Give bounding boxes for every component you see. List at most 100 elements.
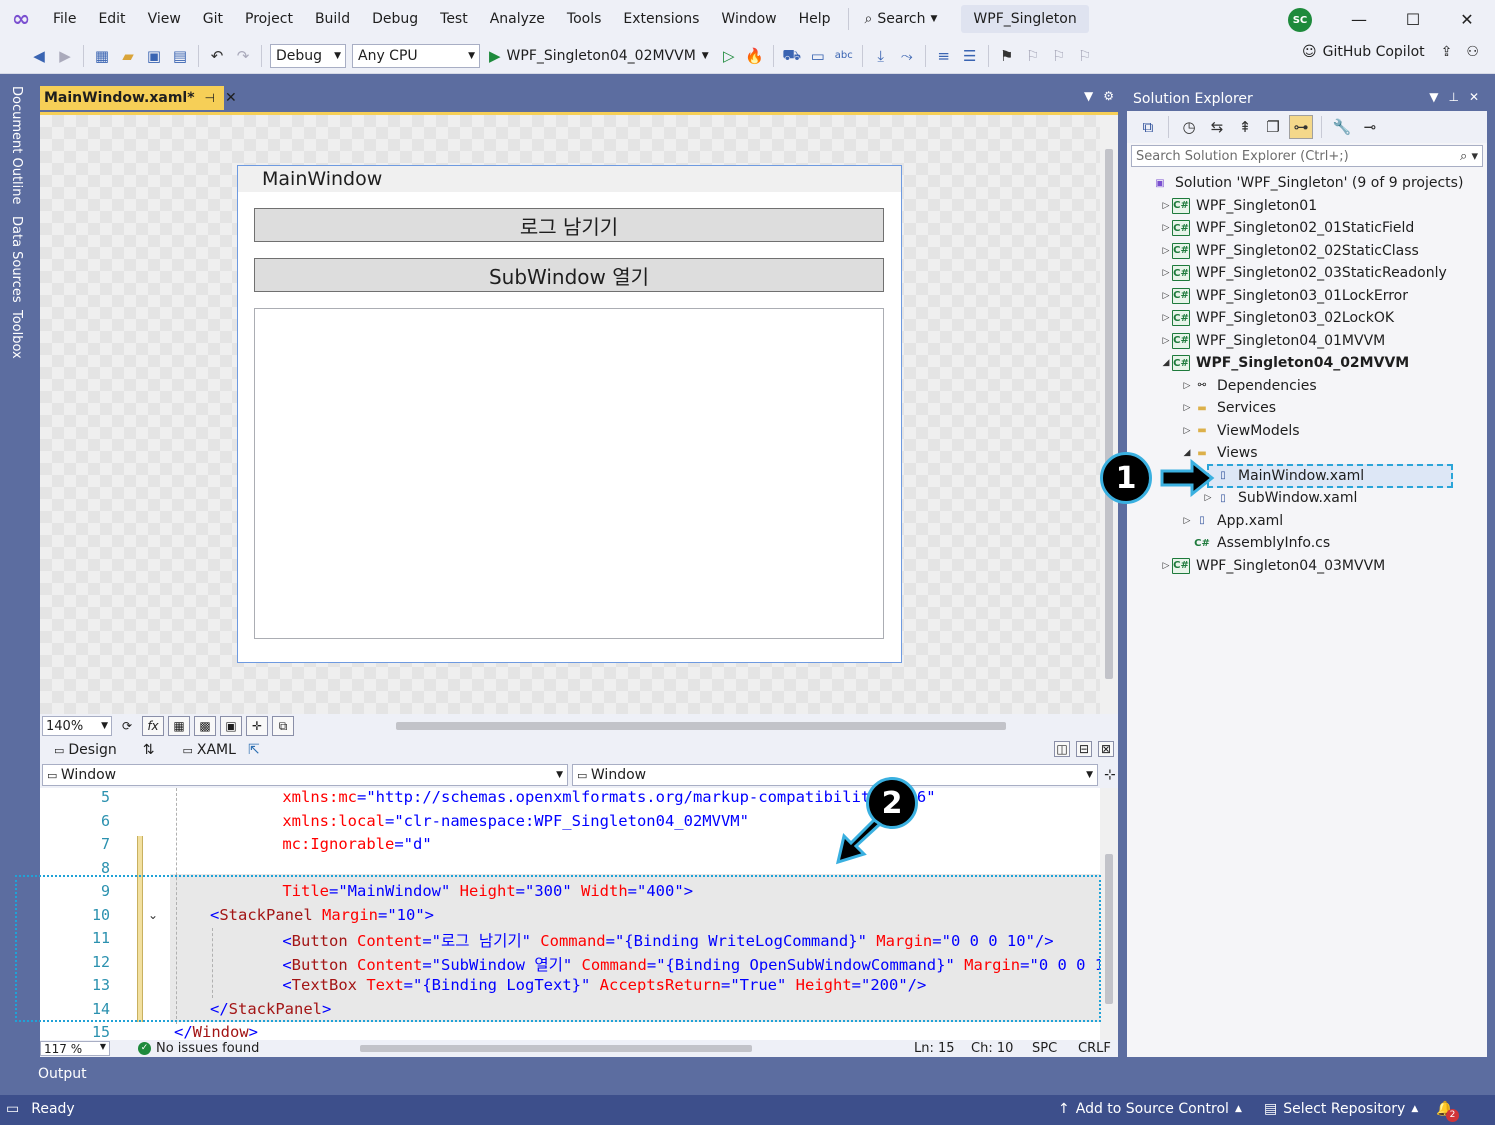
step-into-icon[interactable]: ⤓ <box>869 44 893 68</box>
chevron-down-icon[interactable]: ▼ <box>1084 89 1093 103</box>
tab-xaml[interactable]: ▭ XAML <box>182 742 235 758</box>
xaml-code-editor[interactable]: 5 6 7 8 9 10 11 12 13 14 15 ⌄ xmlns:mc="http://sch… <box>40 788 1118 1040</box>
collapse-pane-icon[interactable]: ⊠ <box>1098 741 1114 757</box>
properties-icon[interactable]: 🔧 <box>1330 115 1354 139</box>
expand-arrow-icon[interactable]: ▷ <box>1160 313 1172 323</box>
open-folder-icon[interactable]: ▰ <box>116 44 140 68</box>
popout-xaml-button[interactable]: ⇱ <box>248 742 260 758</box>
designed-window-preview[interactable]: MainWindow 로그 남기기 SubWindow 열기 <box>237 165 902 663</box>
expand-arrow-icon[interactable]: ◢ <box>1160 358 1172 368</box>
tree-item[interactable]: ▷ C# WPF_Singleton04_03MVVM <box>1160 555 1385 577</box>
data-sources-tab[interactable]: Data Sources <box>9 216 24 303</box>
track-active-item-icon[interactable]: ⊶ <box>1289 115 1313 139</box>
menu-item-edit[interactable]: Edit <box>87 0 136 38</box>
chevron-down-icon[interactable]: ▼ <box>1429 90 1438 104</box>
search-button[interactable]: ⌕ Search ▼ <box>855 11 948 27</box>
tree-item[interactable]: ▷ ▯ App.xaml <box>1181 510 1284 532</box>
tree-item[interactable]: ▷ ▬ ViewModels <box>1181 420 1300 442</box>
show-all-files-icon[interactable]: ❐ <box>1261 115 1285 139</box>
expand-arrow-icon[interactable]: ▷ <box>1160 268 1172 278</box>
expand-arrow-icon[interactable]: ▷ <box>1181 381 1193 391</box>
expand-arrow-icon[interactable]: ◢ <box>1181 448 1193 458</box>
tree-item[interactable]: ▷ C# WPF_Singleton03_01LockError <box>1160 285 1408 307</box>
menu-item-help[interactable]: Help <box>788 0 842 38</box>
designer-horizontal-scrollbar[interactable] <box>310 719 1090 733</box>
pin-icon[interactable]: ⊥ <box>1448 90 1458 104</box>
close-tab-icon[interactable]: ✕ <box>225 90 237 106</box>
close-icon[interactable]: ✕ <box>1469 90 1479 104</box>
tree-item[interactable]: ◢ C# WPF_Singleton04_02MVVM <box>1160 352 1409 374</box>
expand-arrow-icon[interactable]: ▷ <box>1181 516 1193 526</box>
expand-arrow-icon[interactable]: ▷ <box>1160 291 1172 301</box>
step-over-icon[interactable]: ⤳ <box>895 44 919 68</box>
layout-icon[interactable]: ▭ <box>806 44 830 68</box>
issues-indicator[interactable]: ✓ No issues found <box>138 1041 259 1056</box>
column-indicator[interactable]: Ch: 10 <box>971 1041 1013 1056</box>
log-textbox-preview[interactable] <box>254 308 884 639</box>
whitespace-indicator[interactable]: SPC <box>1032 1041 1057 1056</box>
menu-item-window[interactable]: Window <box>710 0 787 38</box>
zoom-select[interactable]: 140% ▼ <box>42 716 112 736</box>
designer-vertical-scrollbar[interactable] <box>1100 115 1118 717</box>
expand-arrow-icon[interactable]: ▷ <box>1181 426 1193 436</box>
tree-item[interactable]: ▷ C# WPF_Singleton02_01StaticField <box>1160 217 1414 239</box>
menu-item-analyze[interactable]: Analyze <box>479 0 556 38</box>
share-icon[interactable]: ⇪ <box>1441 44 1453 60</box>
xaml-designer-surface[interactable]: MainWindow 로그 남기기 SubWindow 열기 <box>40 112 1118 717</box>
element-select-right[interactable]: ▭ Window ▼ <box>572 764 1098 786</box>
menu-item-test[interactable]: Test <box>429 0 479 38</box>
clear-bookmarks-icon[interactable]: ⚐ <box>1073 44 1097 68</box>
tree-item[interactable]: ▷ C# WPF_Singleton03_02LockOK <box>1160 307 1394 329</box>
start-without-debugging-icon[interactable]: ▷ <box>717 44 741 68</box>
collapse-all-icon[interactable]: ⇞ <box>1233 115 1257 139</box>
tree-item[interactable]: ▷ C# WPF_Singleton01 <box>1160 195 1317 217</box>
pending-changes-icon[interactable]: ◷ <box>1177 115 1201 139</box>
bookmark-icon[interactable]: ⚑ <box>995 44 1019 68</box>
expand-arrow-icon[interactable]: ▷ <box>1160 336 1172 346</box>
menu-item-git[interactable]: Git <box>192 0 234 38</box>
menu-item-tools[interactable]: Tools <box>556 0 613 38</box>
menu-item-build[interactable]: Build <box>304 0 361 38</box>
tree-item[interactable]: ▷ ▯ SubWindow.xaml <box>1202 487 1358 509</box>
outdent-icon[interactable]: ☰ <box>958 44 982 68</box>
scrollbar-thumb[interactable] <box>1105 149 1113 679</box>
solution-explorer-search[interactable]: Search Solution Explorer (Ctrl+;) ⌕ ▾ <box>1131 145 1483 167</box>
line-indicator[interactable]: Ln: 15 <box>914 1041 955 1056</box>
tree-item[interactable]: ▷ ⚯ Dependencies <box>1181 375 1317 397</box>
add-to-source-control-button[interactable]: ↑ Add to Source Control ▲ <box>1058 1101 1242 1117</box>
fold-icon[interactable]: ⌄ <box>148 908 158 922</box>
expand-arrow-icon[interactable]: ▷ <box>1181 403 1193 413</box>
sync-icon[interactable]: ⇆ <box>1205 115 1229 139</box>
prev-bookmark-icon[interactable]: ⚐ <box>1021 44 1045 68</box>
output-window-icon[interactable]: ▭ <box>6 1101 19 1117</box>
editor-zoom-select[interactable]: 117 % ▼ <box>40 1041 110 1056</box>
next-bookmark-icon[interactable]: ⚐ <box>1047 44 1071 68</box>
start-debugging-button[interactable]: ▶ WPF_Singleton04_02MVVM ▼ <box>489 47 709 65</box>
snap-lines-icon[interactable]: ✛ <box>246 716 268 736</box>
feedback-icon[interactable]: ⚇ <box>1466 44 1479 60</box>
scrollbar-thumb[interactable] <box>396 722 1006 730</box>
pin-icon[interactable]: ⊣ <box>205 91 215 105</box>
line-ending-indicator[interactable]: CRLF <box>1078 1041 1111 1056</box>
editor-horizontal-scrollbar[interactable] <box>348 1041 878 1055</box>
github-copilot-button[interactable]: ☺ GitHub Copilot ⇪ ⚇ <box>1302 44 1479 60</box>
editor-vertical-scrollbar[interactable] <box>1100 788 1118 1040</box>
indent-icon[interactable]: ≡ <box>932 44 956 68</box>
menu-item-debug[interactable]: Debug <box>361 0 429 38</box>
menu-item-file[interactable]: File <box>42 0 87 38</box>
element-select-left[interactable]: ▭ Window ▼ <box>42 764 568 786</box>
avatar[interactable]: SC <box>1288 8 1312 32</box>
close-window-button[interactable]: ✕ <box>1440 0 1494 38</box>
tree-item[interactable]: ▷ C# WPF_Singleton02_03StaticReadonly <box>1160 262 1447 284</box>
document-outline-tab[interactable]: Document Outline <box>9 86 24 205</box>
expand-arrow-icon[interactable]: ▷ <box>1160 246 1172 256</box>
subwindow-button-preview[interactable]: SubWindow 열기 <box>254 258 884 292</box>
toolbox-tab[interactable]: Toolbox <box>9 310 24 359</box>
platform-select[interactable]: Any CPU ▼ <box>352 43 480 68</box>
navigate-forward-icon[interactable]: ▶ <box>53 44 77 68</box>
tree-item[interactable]: ▯ MainWindow.xaml <box>1202 465 1364 487</box>
horizontal-split-icon[interactable]: ⊟ <box>1076 741 1092 757</box>
notifications-button[interactable]: 🔔 2 <box>1436 1101 1459 1122</box>
log-button-preview[interactable]: 로그 남기기 <box>254 208 884 242</box>
undo-icon[interactable]: ↶ <box>205 44 229 68</box>
